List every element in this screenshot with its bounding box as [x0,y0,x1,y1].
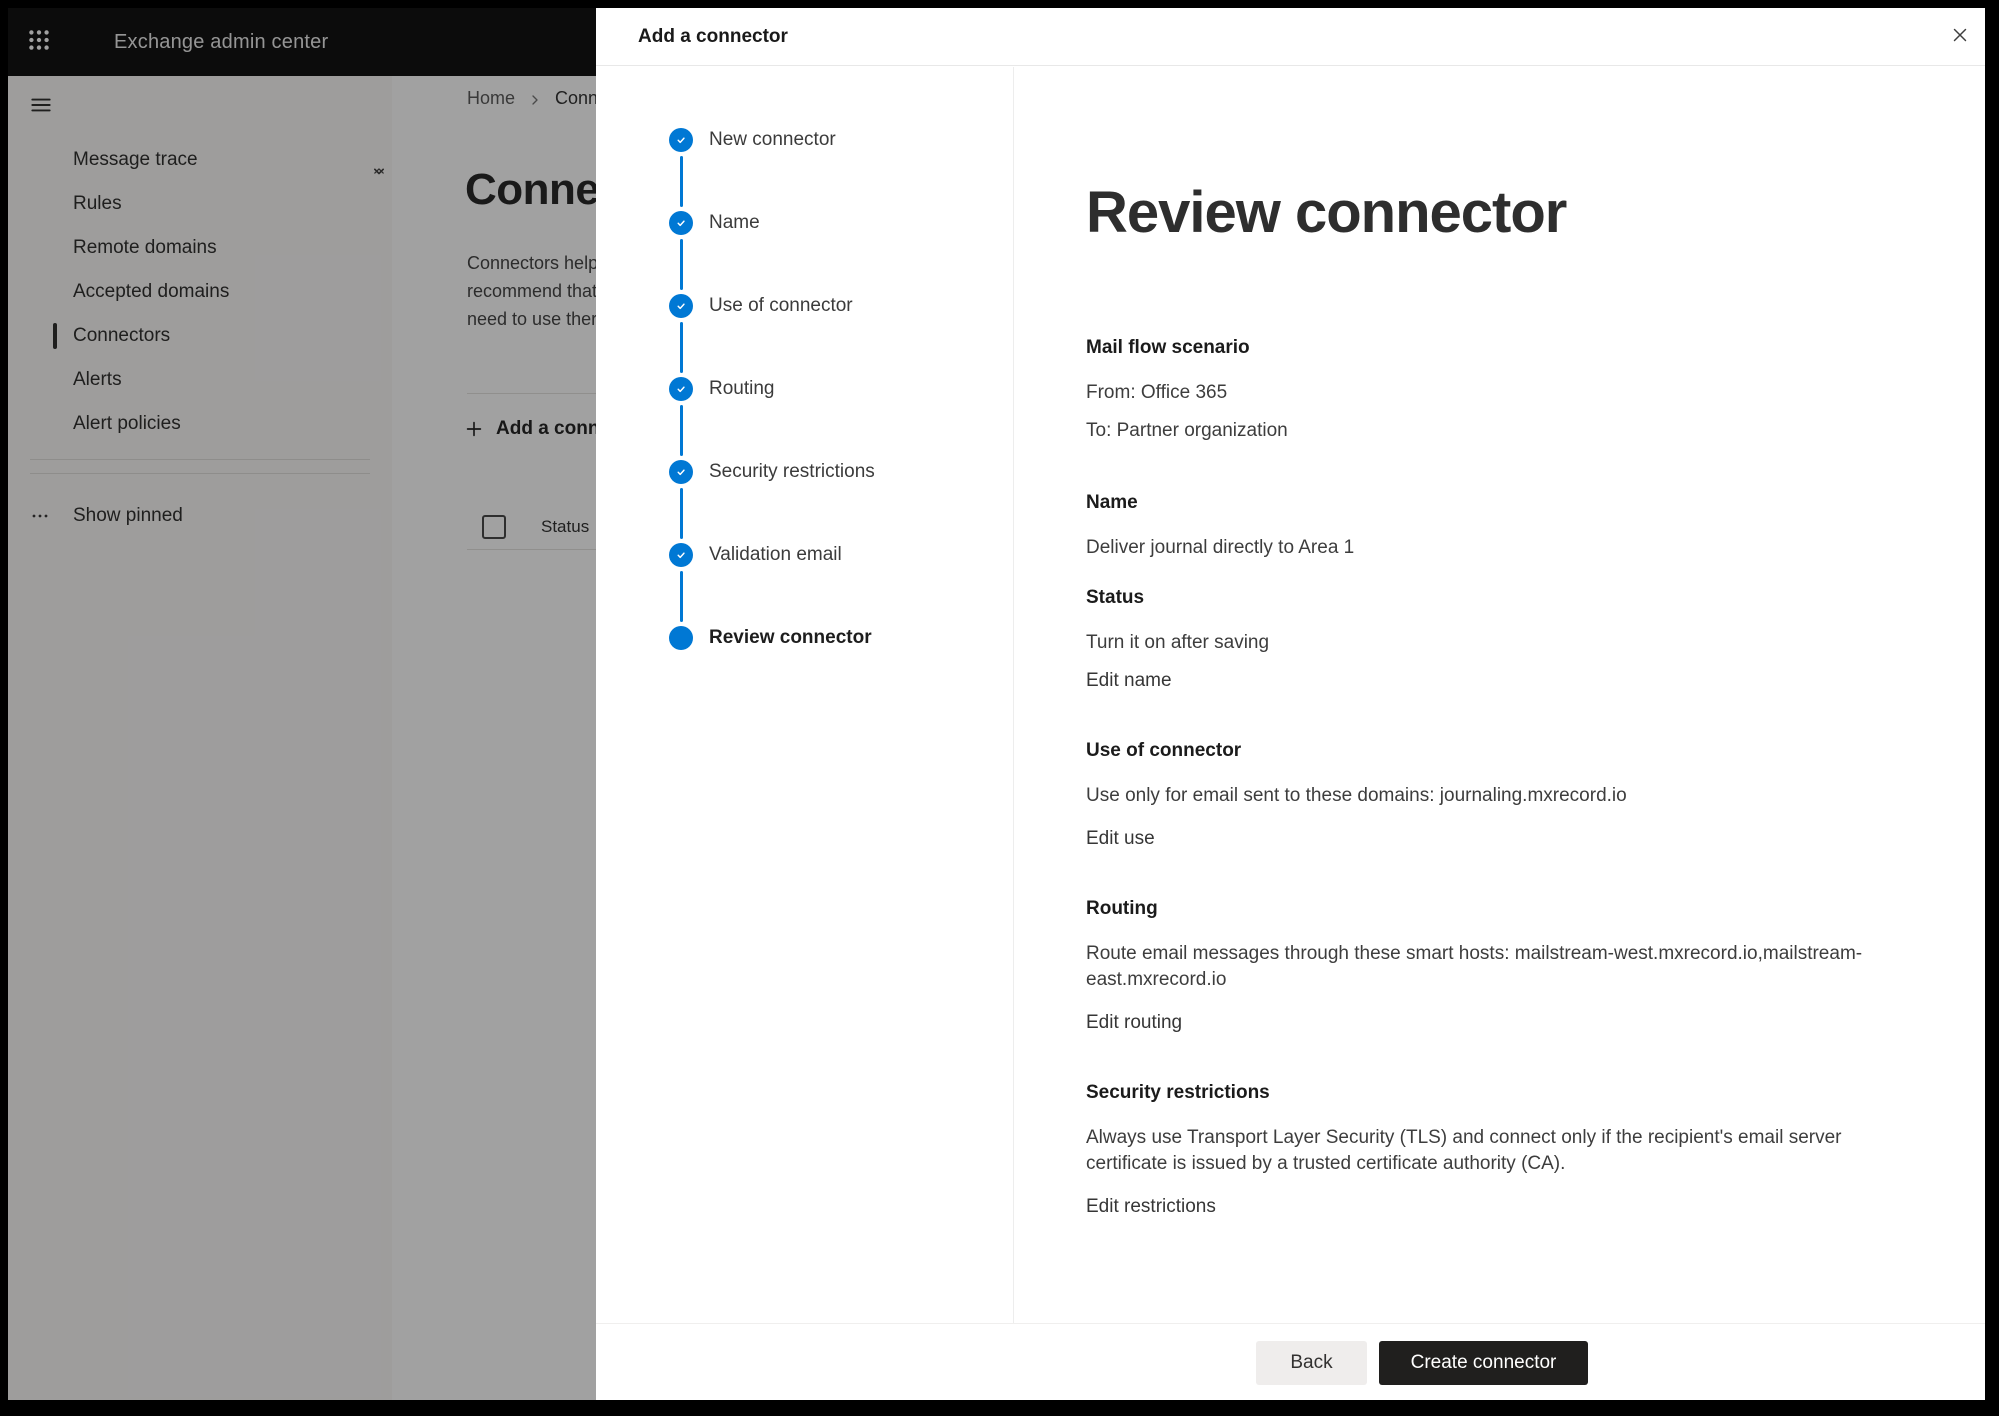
sidebar-item-remote-domains[interactable]: Remote domains [8,226,392,270]
edit-name-link[interactable]: Edit name [1086,670,1172,692]
wizard-step-routing[interactable]: Routing [669,377,1013,460]
status-column-header: Status [541,517,589,537]
status-title: Status [1086,587,1945,609]
page-description-line: recommend that [467,277,598,305]
chevron-right-icon [527,92,543,108]
connectors-table-header: Status [482,515,589,539]
add-connector-button-label: Add a conn [496,418,599,440]
edit-routing-link[interactable]: Edit routing [1086,1012,1182,1034]
dialog-header: Add a connector [596,8,1985,66]
sidebar-item-rules[interactable]: Rules [8,182,392,226]
step-completed-check-icon [669,460,693,484]
wizard-step-name[interactable]: Name [669,211,1013,294]
wizard-steps: New connector Name Use of connector Rout… [596,67,1014,1323]
sidebar-nav: Home Recipients Mail flow Message trace … [8,138,392,446]
sidebar-divider [30,459,370,460]
step-completed-check-icon [669,294,693,318]
edit-use-link[interactable]: Edit use [1086,828,1155,850]
mail-flow-to: To: Partner organization [1086,418,1886,444]
hamburger-button[interactable] [18,84,64,130]
app-window: Exchange admin center Home Recipients Ma… [8,8,1985,1400]
add-connector-dialog: Add a connector New connector Name Use o… [596,8,1985,1400]
sidebar-item-alert-policies[interactable]: Alert policies [8,402,392,446]
plus-icon [463,418,485,440]
sidebar-item-label: Show pinned [73,505,183,527]
edit-restrictions-link[interactable]: Edit restrictions [1086,1196,1216,1218]
dialog-footer: Back Create connector [596,1323,1985,1400]
wizard-step-validation-email[interactable]: Validation email [669,543,1013,626]
app-title: Exchange admin center [114,31,328,54]
step-completed-check-icon [669,211,693,235]
name-section: Name Deliver journal directly to Area 1 … [1086,492,1945,692]
step-completed-check-icon [669,128,693,152]
review-connector-heading: Review connector [1086,181,1945,245]
sidebar-item-connectors[interactable]: Connectors [8,314,392,358]
dialog-title: Add a connector [638,26,788,48]
create-connector-button[interactable]: Create connector [1379,1341,1588,1385]
section-title: Use of connector [1086,740,1945,762]
mail-flow-from: From: Office 365 [1086,380,1886,406]
page-description-line: Connectors help [467,249,598,277]
sidebar-item-message-trace[interactable]: Message trace [8,138,392,182]
sidebar: Home Recipients Mail flow Message trace … [8,76,392,1400]
section-title: Name [1086,492,1945,514]
add-connector-button[interactable]: Add a conn [463,414,599,444]
routing-value: Route email messages through these smart… [1086,941,1886,993]
step-current-dot-icon [669,626,693,650]
app-launcher-button[interactable] [8,8,70,76]
wizard-step-new-connector[interactable]: New connector [669,128,1013,211]
sidebar-item-show-pinned[interactable]: Show pinned [8,487,392,545]
step-completed-check-icon [669,377,693,401]
connector-name-value: Deliver journal directly to Area 1 [1086,535,1886,561]
wizard-step-review-connector[interactable]: Review connector [669,626,1013,709]
status-value: Turn it on after saving [1086,630,1886,656]
routing-section: Routing Route email messages through the… [1086,898,1945,1034]
use-of-connector-section: Use of connector Use only for email sent… [1086,740,1945,850]
app-launcher-icon [26,27,52,58]
close-icon [1949,24,1971,49]
sidebar-divider [30,473,370,474]
hamburger-icon [28,92,54,123]
step-completed-check-icon [669,543,693,567]
sidebar-item-alerts[interactable]: Alerts [8,358,392,402]
more-icon [28,504,52,528]
wizard-step-security-restrictions[interactable]: Security restrictions [669,460,1013,543]
mail-flow-scenario-section: Mail flow scenario From: Office 365 To: … [1086,337,1945,444]
section-title: Routing [1086,898,1945,920]
breadcrumb-home-link[interactable]: Home [467,88,515,109]
chevron-down-icon [369,161,389,181]
review-connector-panel: Review connector Mail flow scenario From… [1014,67,1985,1323]
use-of-connector-value: Use only for email sent to these domains… [1086,783,1886,809]
close-button[interactable] [1941,17,1979,55]
section-title: Security restrictions [1086,1082,1945,1104]
page-description: Connectors help recommend that need to u… [467,249,598,333]
security-restrictions-section: Security restrictions Always use Transpo… [1086,1082,1945,1218]
wizard-step-use-of-connector[interactable]: Use of connector [669,294,1013,377]
sidebar-item-accepted-domains[interactable]: Accepted domains [8,270,392,314]
back-button[interactable]: Back [1256,1341,1367,1385]
dialog-body: New connector Name Use of connector Rout… [596,67,1985,1323]
section-title: Mail flow scenario [1086,337,1945,359]
select-all-checkbox[interactable] [482,515,506,539]
page-description-line: need to use ther [467,305,598,333]
security-restrictions-value: Always use Transport Layer Security (TLS… [1086,1125,1886,1177]
breadcrumb: Home Conne [467,88,608,109]
